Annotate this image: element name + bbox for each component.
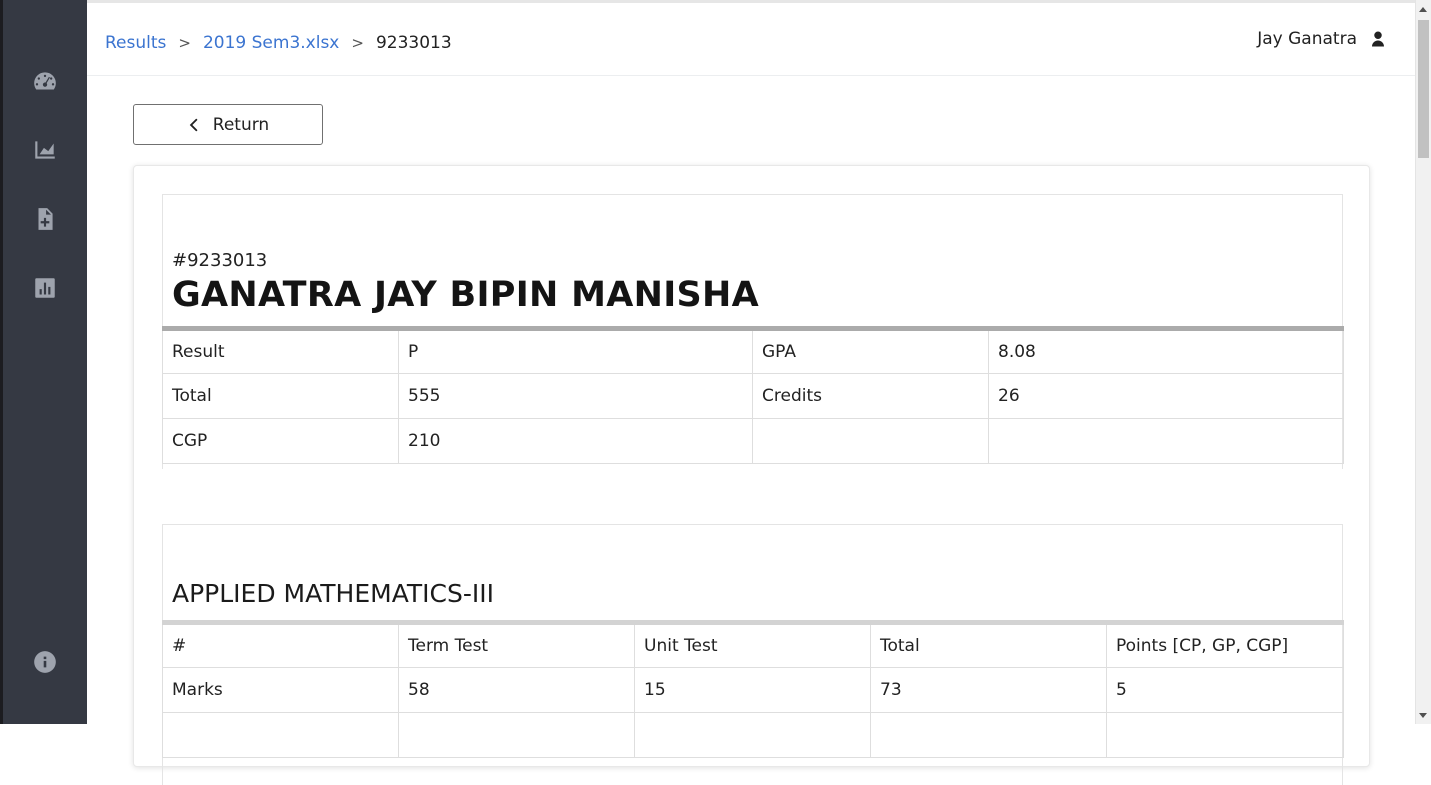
column-header: Total bbox=[870, 622, 1107, 668]
table-cell: 58 bbox=[398, 667, 635, 713]
summary-value: 210 bbox=[398, 418, 753, 464]
bar-chart-icon[interactable] bbox=[31, 274, 59, 302]
table-cell: 15 bbox=[634, 667, 871, 713]
vertical-scrollbar[interactable] bbox=[1415, 0, 1431, 724]
user-icon bbox=[1372, 31, 1384, 47]
table-cell bbox=[162, 712, 399, 758]
summary-table: Result P GPA 8.08 Total 555 Credits 26 C… bbox=[162, 326, 1344, 464]
table-cell bbox=[870, 712, 1107, 758]
breadcrumb-current: 9233013 bbox=[375, 33, 452, 53]
summary-label: Credits bbox=[752, 373, 989, 419]
table-header-row: # Term Test Unit Test Total Points [CP, … bbox=[162, 622, 1344, 668]
summary-label: Total bbox=[162, 373, 399, 419]
chevron-left-icon bbox=[189, 118, 198, 131]
info-icon[interactable] bbox=[31, 648, 59, 676]
student-name: GANATRA JAY BIPIN MANISHA bbox=[172, 275, 760, 315]
column-header: Term Test bbox=[398, 622, 635, 668]
student-panel: #9233013 GANATRA JAY BIPIN MANISHA Resul… bbox=[162, 194, 1344, 469]
table-row: CGP 210 bbox=[162, 418, 1344, 464]
scrollbar-thumb[interactable] bbox=[1418, 20, 1429, 158]
table-row: Marks 58 15 73 5 bbox=[162, 667, 1344, 713]
breadcrumb-separator: > bbox=[351, 34, 364, 52]
summary-label: CGP bbox=[162, 418, 399, 464]
table-row: Total 555 Credits 26 bbox=[162, 373, 1344, 419]
user-name: Jay Ganatra bbox=[1257, 29, 1357, 49]
summary-label: Result bbox=[162, 328, 399, 374]
scroll-up-arrow[interactable] bbox=[1419, 7, 1427, 12]
return-button[interactable]: Return bbox=[133, 104, 323, 145]
return-label: Return bbox=[212, 114, 270, 135]
top-bar: Results > 2019 Sem3.xlsx > 9233013 Jay G… bbox=[87, 0, 1415, 76]
dashboard-icon[interactable] bbox=[31, 67, 59, 95]
table-cell: 5 bbox=[1106, 667, 1344, 713]
table-row bbox=[162, 712, 1344, 758]
scroll-down-arrow[interactable] bbox=[1419, 713, 1427, 718]
summary-label: GPA bbox=[752, 328, 989, 374]
breadcrumb: Results > 2019 Sem3.xlsx > 9233013 bbox=[105, 33, 452, 53]
table-cell bbox=[398, 712, 635, 758]
result-card: #9233013 GANATRA JAY BIPIN MANISHA Resul… bbox=[133, 165, 1370, 785]
file-add-icon[interactable] bbox=[31, 205, 59, 233]
column-header: Unit Test bbox=[634, 622, 871, 668]
summary-value: P bbox=[398, 328, 753, 374]
table-cell: Marks bbox=[162, 667, 399, 713]
summary-value: 8.08 bbox=[988, 328, 1344, 374]
summary-label bbox=[752, 418, 989, 464]
subject-title: APPLIED MATHEMATICS-III bbox=[172, 579, 494, 608]
breadcrumb-separator: > bbox=[178, 34, 191, 52]
breadcrumb-file-link[interactable]: 2019 Sem3.xlsx bbox=[203, 33, 339, 53]
summary-value: 555 bbox=[398, 373, 753, 419]
summary-value: 26 bbox=[988, 373, 1344, 419]
table-row: Result P GPA 8.08 bbox=[162, 328, 1344, 374]
subject-panel: APPLIED MATHEMATICS-III # Term Test Unit… bbox=[162, 524, 1344, 785]
breadcrumb-results-link[interactable]: Results bbox=[105, 33, 166, 53]
subject-marks-table: # Term Test Unit Test Total Points [CP, … bbox=[162, 620, 1344, 758]
table-cell bbox=[1106, 712, 1344, 758]
user-menu[interactable]: Jay Ganatra bbox=[1257, 29, 1387, 49]
main-content: Return #9233013 GANATRA JAY BIPIN MANISH… bbox=[87, 76, 1415, 785]
area-chart-icon[interactable] bbox=[31, 136, 59, 164]
table-cell bbox=[634, 712, 871, 758]
student-id: #9233013 bbox=[172, 250, 268, 271]
table-cell: 73 bbox=[870, 667, 1107, 713]
column-header: Points [CP, GP, CGP] bbox=[1106, 622, 1344, 668]
column-header: # bbox=[162, 622, 399, 668]
summary-value bbox=[988, 418, 1344, 464]
sidebar bbox=[3, 0, 87, 724]
